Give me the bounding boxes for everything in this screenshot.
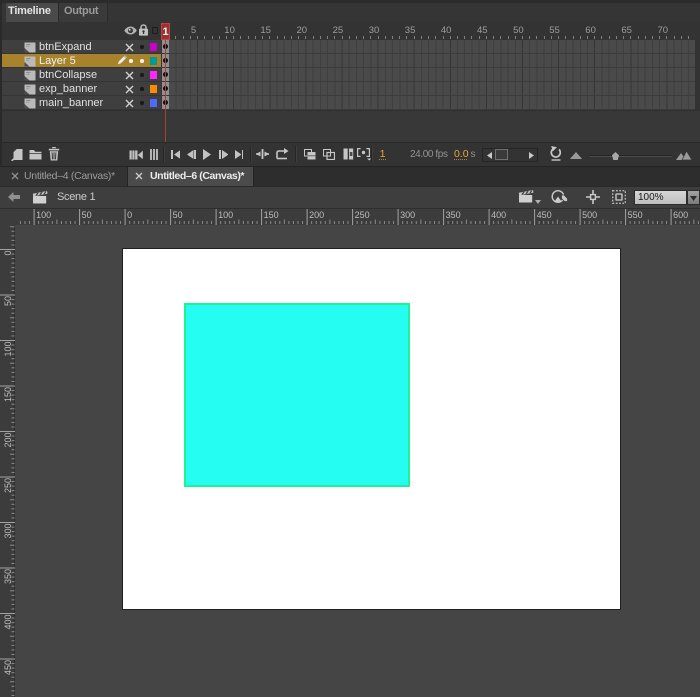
svg-text:450: 450 [537,210,552,220]
svg-text:150: 150 [264,210,279,220]
svg-text:50: 50 [173,210,183,220]
svg-text:0: 0 [3,251,13,256]
svg-text:250: 250 [355,210,370,220]
svg-text:500: 500 [582,210,597,220]
svg-text:100: 100 [36,210,51,220]
svg-text:400: 400 [491,210,506,220]
svg-text:550: 550 [628,210,643,220]
svg-text:50: 50 [82,210,92,220]
svg-text:350: 350 [446,210,461,220]
svg-text:200: 200 [309,210,324,220]
svg-text:600: 600 [673,210,688,220]
svg-text:100: 100 [218,210,233,220]
svg-text:300: 300 [400,210,415,220]
svg-text:0: 0 [127,210,132,220]
